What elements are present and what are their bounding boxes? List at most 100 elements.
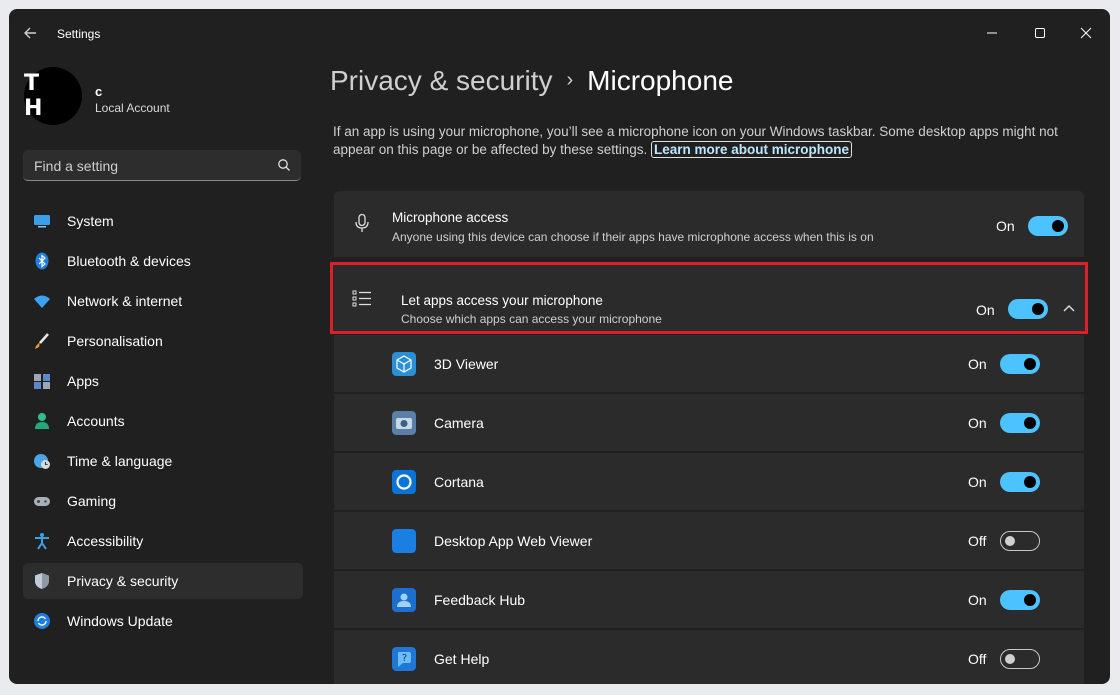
app-row-3d-viewer: 3D Viewer On (334, 335, 1084, 392)
list-icon (352, 290, 371, 307)
sidebar-item-privacy-security[interactable]: Privacy & security (23, 563, 303, 599)
sidebar-item-time-language[interactable]: Time & language (23, 443, 303, 479)
system-icon (34, 215, 50, 228)
breadcrumb-separator: › (566, 69, 574, 91)
brush-icon (35, 333, 49, 349)
avatar[interactable]: T H (24, 67, 82, 125)
title-bar: Settings (9, 9, 1110, 57)
gamepad-icon (34, 497, 50, 506)
shield-icon (35, 573, 49, 589)
let-apps-access-row[interactable]: Let apps access your microphone Choose w… (330, 262, 1088, 334)
app-toggle[interactable] (1000, 413, 1040, 433)
breadcrumb: Privacy & security › Microphone (330, 65, 733, 97)
app-toggle[interactable] (1000, 472, 1040, 492)
let-apps-access-subtitle: Choose which apps can access your microp… (401, 312, 662, 326)
app-state: On (968, 474, 987, 490)
close-button[interactable] (1070, 17, 1102, 49)
globe-clock-icon (34, 454, 50, 469)
breadcrumb-parent[interactable]: Privacy & security (330, 65, 553, 96)
sidebar-item-label: Accounts (67, 413, 125, 429)
microphone-icon (355, 213, 369, 232)
person-icon (35, 413, 49, 429)
microphone-access-toggle[interactable] (1028, 216, 1068, 236)
camera-icon (392, 411, 416, 435)
sidebar-item-label: Accessibility (67, 533, 144, 549)
feedback-hub-icon (392, 588, 416, 612)
chevron-up-icon[interactable] (1062, 303, 1076, 313)
app-toggle[interactable] (1000, 354, 1040, 374)
back-arrow-icon (24, 27, 36, 39)
app-toggle[interactable] (1000, 531, 1040, 551)
apps-icon (34, 374, 50, 389)
sidebar-item-gaming[interactable]: Gaming (23, 483, 303, 519)
app-name: Get Help (434, 651, 490, 667)
sidebar-item-system[interactable]: System (23, 203, 303, 239)
sidebar-item-bluetooth[interactable]: Bluetooth & devices (23, 243, 303, 279)
update-icon (34, 613, 50, 629)
let-apps-access-toggle[interactable] (1008, 299, 1048, 319)
app-state: On (968, 592, 987, 608)
sidebar-item-label: Network & internet (67, 293, 183, 309)
sidebar-item-apps[interactable]: Apps (23, 363, 303, 399)
app-name: Feedback Hub (434, 592, 526, 608)
sidebar-item-label: System (67, 213, 114, 229)
app-name: Cortana (434, 474, 484, 490)
search-placeholder: Find a setting (34, 158, 119, 174)
microphone-access-state: On (996, 218, 1015, 234)
app-name: Desktop App Web Viewer (434, 533, 593, 549)
page-title: Microphone (587, 65, 734, 96)
app-row-cortana: Cortana On (334, 453, 1084, 510)
minimize-icon (987, 32, 997, 34)
wifi-icon (34, 295, 50, 308)
learn-more-link[interactable]: Learn more about microphone (650, 141, 853, 158)
sidebar-item-label: Personalisation (67, 333, 163, 349)
sidebar-item-windows-update[interactable]: Windows Update (23, 603, 303, 639)
get-help-icon: ? (392, 647, 416, 671)
let-apps-access-state: On (976, 302, 995, 318)
minimize-button[interactable] (976, 17, 1008, 49)
app-row-get-help: ? Get Help Off (334, 630, 1084, 684)
cortana-icon (392, 470, 416, 494)
maximize-icon (1035, 28, 1045, 38)
microphone-access-row: Microphone access Anyone using this devi… (334, 191, 1084, 257)
app-title: Settings (57, 27, 101, 41)
app-state: On (968, 415, 987, 431)
app-name: Camera (434, 415, 484, 431)
sidebar-item-personalisation[interactable]: Personalisation (23, 323, 303, 359)
app-toggle[interactable] (1000, 649, 1040, 669)
app-name: 3D Viewer (434, 356, 499, 372)
sidebar-item-label: Apps (67, 373, 99, 389)
app-toggle[interactable] (1000, 590, 1040, 610)
accessibility-icon (35, 533, 49, 550)
account-type: Local Account (95, 101, 170, 115)
back-button[interactable] (21, 23, 41, 43)
sidebar-item-accessibility[interactable]: Accessibility (23, 523, 303, 559)
let-apps-access-title: Let apps access your microphone (401, 293, 603, 308)
search-input[interactable]: Find a setting (23, 150, 301, 181)
bluetooth-icon (35, 252, 49, 270)
sidebar-item-label: Windows Update (67, 613, 173, 629)
search-icon (278, 159, 290, 171)
app-state: Off (968, 533, 987, 549)
page-description: If an app is using your microphone, you’… (333, 123, 1073, 159)
sidebar-item-label: Bluetooth & devices (67, 253, 191, 269)
close-icon (1080, 27, 1092, 39)
web-viewer-icon (392, 529, 416, 553)
sidebar-item-label: Time & language (67, 453, 173, 469)
app-row-camera: Camera On (334, 394, 1084, 451)
user-name: c (95, 84, 103, 99)
sidebar-item-accounts[interactable]: Accounts (23, 403, 303, 439)
sidebar-item-label: Gaming (67, 493, 117, 509)
microphone-access-subtitle: Anyone using this device can choose if t… (392, 230, 874, 244)
app-state: On (968, 356, 987, 372)
sidebar-item-network[interactable]: Network & internet (23, 283, 303, 319)
app-row-feedback-hub: Feedback Hub On (334, 571, 1084, 628)
app-state: Off (968, 651, 987, 667)
sidebar-nav: System Bluetooth & devices Network & int… (23, 203, 303, 643)
3d-viewer-icon (392, 352, 416, 376)
microphone-access-title: Microphone access (392, 210, 509, 225)
svg-text:?: ? (402, 653, 407, 664)
maximize-button[interactable] (1024, 17, 1056, 49)
settings-window: Settings T H c Local Account Find a sett… (9, 9, 1110, 684)
app-row-desktop-app-web-viewer: Desktop App Web Viewer Off (334, 512, 1084, 569)
